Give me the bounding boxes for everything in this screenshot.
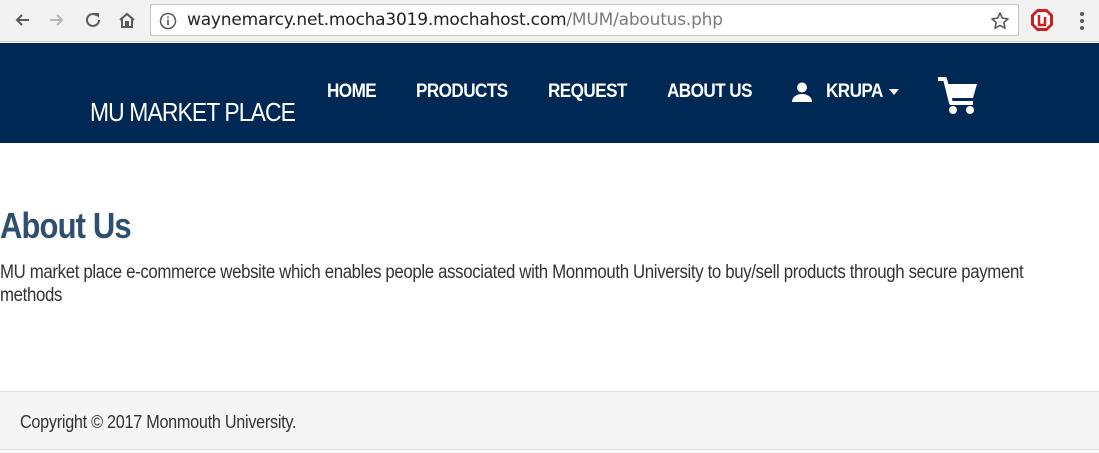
about-description: MU market place e-commerce website which… bbox=[0, 262, 1024, 306]
caret-down-icon bbox=[889, 89, 900, 95]
home-icon[interactable] bbox=[115, 8, 139, 32]
back-icon[interactable] bbox=[10, 8, 34, 32]
reload-icon[interactable] bbox=[81, 8, 105, 32]
browser-toolbar: waynemarcy.net.mocha3019.mochahost.com/M… bbox=[0, 0, 1099, 42]
forward-icon[interactable] bbox=[45, 8, 69, 32]
menu-icon[interactable] bbox=[1074, 9, 1090, 33]
footer: Copyright © 2017 Monmouth University. bbox=[0, 391, 1099, 450]
user-name: KRUPA bbox=[826, 81, 883, 102]
nav-products[interactable]: PRODUCTS bbox=[416, 81, 508, 103]
copyright-text: Copyright © 2017 Monmouth University. bbox=[20, 412, 297, 432]
site-navbar: MU MARKET PLACE HOME PRODUCTS REQUEST AB… bbox=[0, 43, 1099, 143]
url-path: /MUM/aboutus.php bbox=[566, 10, 723, 30]
url-host: waynemarcy.net.mocha3019.mochahost.com bbox=[187, 10, 567, 30]
url-text[interactable]: waynemarcy.net.mocha3019.mochahost.com/M… bbox=[187, 10, 723, 30]
nav-about-us[interactable]: ABOUT US bbox=[667, 81, 753, 103]
page-title: About Us bbox=[0, 205, 132, 246]
extension-icon[interactable] bbox=[1030, 8, 1054, 32]
cart-icon[interactable] bbox=[937, 76, 979, 116]
brand-logo[interactable]: MU MARKET PLACE bbox=[90, 97, 296, 128]
nav-home[interactable]: HOME bbox=[327, 81, 377, 103]
user-icon bbox=[792, 82, 812, 102]
star-icon[interactable] bbox=[990, 11, 1010, 31]
info-icon[interactable] bbox=[159, 12, 177, 30]
nav-request[interactable]: REQUEST bbox=[548, 81, 627, 103]
user-dropdown[interactable]: KRUPA bbox=[791, 79, 900, 105]
address-bar[interactable]: waynemarcy.net.mocha3019.mochahost.com/M… bbox=[150, 4, 1019, 36]
